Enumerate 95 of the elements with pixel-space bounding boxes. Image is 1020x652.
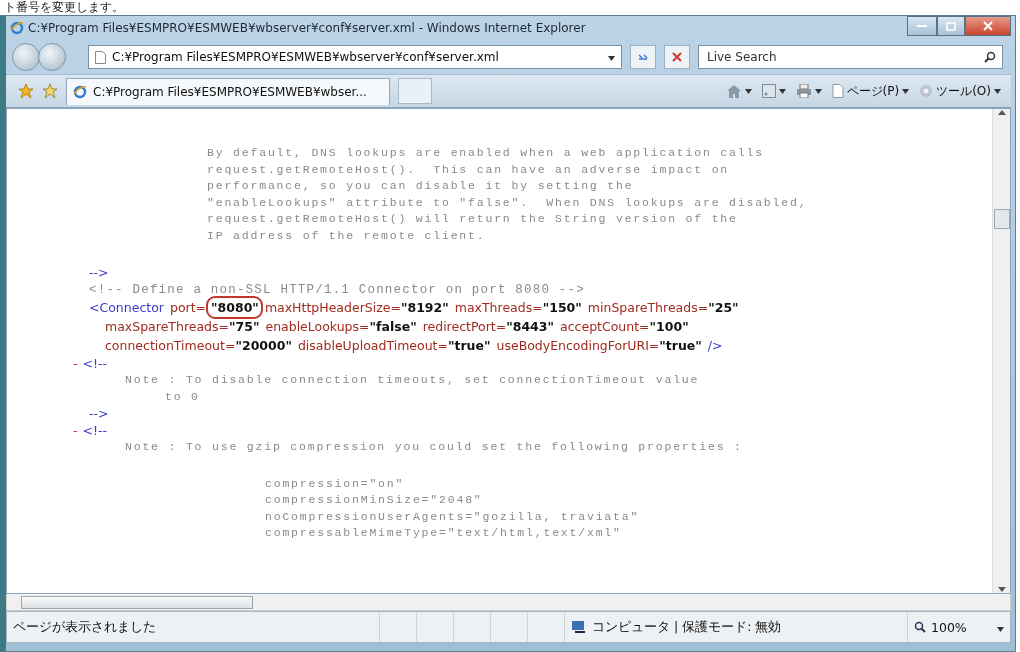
back-button[interactable] xyxy=(12,43,40,71)
comment-close-tag: --> xyxy=(89,406,109,421)
window-title: C:¥Program Files¥ESMPRO¥ESMWEB¥wbserver¥conf¥server.xml - Windows Internet Explorer xyxy=(28,21,586,35)
attribute-name: connectionTimeout= xyxy=(105,338,236,353)
attribute-value: "8443" xyxy=(506,319,555,334)
minimize-icon xyxy=(917,24,927,28)
gear-icon xyxy=(919,84,934,98)
comment-line: Note : To use gzip compression you could set the following properties : xyxy=(124,439,743,455)
attribute-name: minSpareThreads= xyxy=(587,300,709,315)
minimize-button[interactable] xyxy=(907,16,937,36)
security-zone-text: コンピュータ | 保護モード: 無効 xyxy=(592,618,782,636)
caption-text: ト番号を変更します。 xyxy=(3,0,124,15)
new-tab-button[interactable] xyxy=(398,78,432,104)
comment-line: Note : To disable connection timeouts, set connectionTimeout value xyxy=(124,372,700,388)
magnifier-icon xyxy=(914,621,926,633)
comment-line: request.getRemoteHost(). This can have an adverse impact on xyxy=(206,161,730,178)
caret-icon xyxy=(608,56,615,61)
star-icon[interactable] xyxy=(18,83,34,99)
home-icon[interactable] xyxy=(725,83,742,99)
caret-icon xyxy=(997,626,1004,632)
scroll-down-arrow[interactable] xyxy=(997,585,1006,593)
attribute-value: "100" xyxy=(649,319,689,334)
close-icon xyxy=(672,52,682,62)
forward-button[interactable] xyxy=(38,43,66,71)
comment-close-tag: --> xyxy=(89,265,109,280)
element-tag: <Connector xyxy=(89,300,164,315)
browser-logo-icon xyxy=(10,21,24,35)
attribute-value: "25" xyxy=(708,300,739,315)
page-icon xyxy=(95,50,106,64)
printer-icon[interactable] xyxy=(795,84,812,98)
address-field[interactable]: C:¥Program Files¥ESMPRO¥ESMWEB¥wbserver¥conf¥server.xml xyxy=(88,45,622,69)
comment-line: <!-- Define a non-SSL HTTP/1.1 Connector on port 8080 --> xyxy=(89,282,585,297)
feed-icon[interactable] xyxy=(761,84,776,98)
search-field[interactable]: Live Search xyxy=(698,45,1003,69)
address-text: C:¥Program Files¥ESMPRO¥ESMWEB¥wbserver¥conf¥server.xml xyxy=(112,50,499,64)
attribute-value: "75" xyxy=(229,319,260,334)
code-line: compression="on" xyxy=(264,475,405,492)
browser-tab[interactable]: C:¥Program Files¥ESMPRO¥ESMWEB¥wbser... xyxy=(66,77,390,105)
element-close-tag: /> xyxy=(707,338,723,353)
comment-line: to 0 xyxy=(164,388,200,405)
refresh-icon xyxy=(637,52,649,62)
close-button[interactable] xyxy=(965,16,1011,36)
caret-icon xyxy=(994,88,1001,94)
attribute-name: acceptCount= xyxy=(560,319,650,334)
attribute-value: "20000" xyxy=(235,338,292,353)
attribute-value: "8192" xyxy=(400,300,449,315)
attribute-value: "true" xyxy=(659,338,702,353)
scroll-up-arrow[interactable] xyxy=(997,109,1006,117)
command-button[interactable]: ツール(O) xyxy=(919,82,1001,100)
code-line: compressableMimeType="text/html,text/xml" xyxy=(264,525,622,541)
browser-logo-icon xyxy=(73,84,87,99)
comment-line: By default, DNS lookups are enabled when a web application calls xyxy=(206,145,764,161)
comment-open-tag: <!-- xyxy=(82,423,108,438)
maximize-button[interactable] xyxy=(937,16,965,36)
caret-icon xyxy=(902,88,910,94)
attribute-name: maxSpareThreads= xyxy=(105,319,229,334)
refresh-button[interactable] xyxy=(630,45,656,69)
attribute-value: "150" xyxy=(542,300,582,315)
attribute-name: useBodyEncodingForURI= xyxy=(496,338,660,353)
attribute-name: maxThreads= xyxy=(454,300,543,315)
attribute-value: "8080" xyxy=(211,300,259,315)
search-icon[interactable] xyxy=(984,51,996,63)
computer-icon xyxy=(571,620,587,634)
add-favorite-icon[interactable] xyxy=(42,83,58,99)
close-icon xyxy=(983,21,993,31)
caret-icon xyxy=(814,88,822,94)
code-line: compressionMinSize="2048" xyxy=(264,492,483,508)
horizontal-scrollbar[interactable] xyxy=(6,594,1011,611)
page-icon xyxy=(831,84,844,98)
collapse-toggle[interactable]: - xyxy=(73,423,78,438)
comment-open-tag: <!-- xyxy=(82,356,108,371)
status-message: ページが表示されました xyxy=(13,618,156,636)
collapse-toggle[interactable]: - xyxy=(73,356,78,371)
attribute-name: maxHttpHeaderSize= xyxy=(264,300,401,315)
attribute-value: "false" xyxy=(369,319,417,334)
stop-button[interactable] xyxy=(664,45,690,69)
attribute-name: redirectPort= xyxy=(422,319,507,334)
attribute-name: port= xyxy=(169,300,207,315)
code-line: noCompressionUserAgents="gozilla, traviata" xyxy=(264,508,640,525)
caret-icon xyxy=(778,88,786,94)
comment-line: IP address of the remote client. xyxy=(206,227,486,244)
search-input[interactable]: Live Search xyxy=(705,49,984,65)
zoom-button[interactable]: 100% xyxy=(908,612,1010,642)
attribute-value: "true" xyxy=(447,338,491,353)
caret-icon xyxy=(744,88,752,94)
comment-line: "enableLookups" attribute to "false". When DNS lookups are disabled, xyxy=(206,194,808,211)
comment-line: request.getRemoteHost() will return the String version of the xyxy=(206,211,738,227)
comment-line: performance, so you can disable it by setting the xyxy=(206,178,634,194)
scroll-thumb[interactable] xyxy=(993,209,1010,229)
attribute-name: enableLookups= xyxy=(265,319,370,334)
command-button[interactable]: ページ(P) xyxy=(831,82,910,100)
maximize-icon xyxy=(946,21,956,31)
attribute-name: disableUploadTimeout= xyxy=(297,338,448,353)
vertical-scrollbar[interactable] xyxy=(992,109,1010,593)
scroll-thumb[interactable] xyxy=(21,595,253,609)
